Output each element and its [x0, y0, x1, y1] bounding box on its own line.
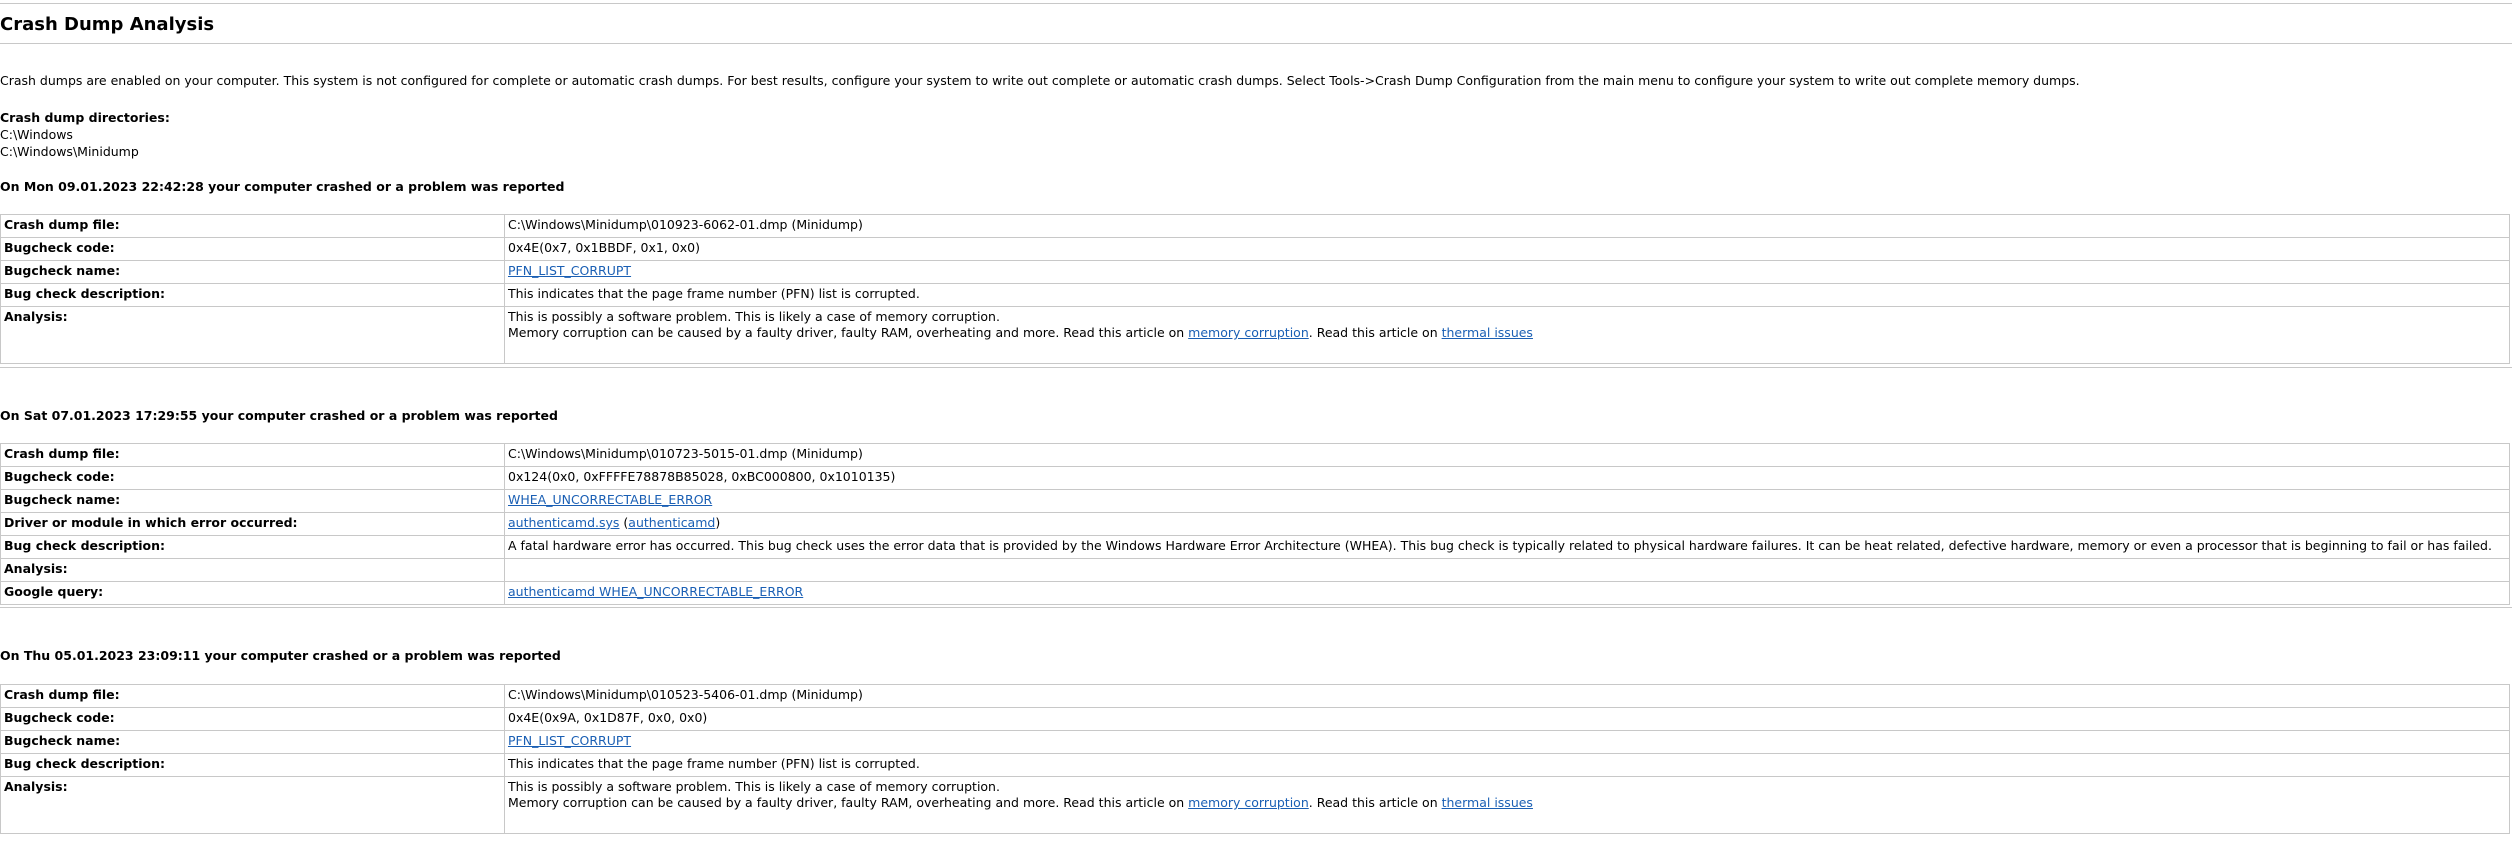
crash-dump-analysis-page: Crash Dump Analysis Crash dumps are enab…: [0, 0, 2512, 848]
bugcheck-name-label: Bugcheck name:: [0, 260, 505, 284]
crash-dump-file-value: C:\Windows\Minidump\010523-5406-01.dmp (…: [504, 684, 2510, 708]
top-divider: [0, 3, 2512, 4]
memory-corruption-link[interactable]: memory corruption: [1188, 795, 1309, 810]
table-row: Analysis:: [0, 558, 2510, 582]
table-row: Bugcheck code: 0x4E(0x7, 0x1BBDF, 0x1, 0…: [0, 237, 2510, 261]
bugcheck-name-cell: PFN_LIST_CORRUPT: [504, 260, 2510, 284]
table-row: Bugcheck code: 0x124(0x0, 0xFFFFE78878B8…: [0, 466, 2510, 490]
table-row: Bug check description: A fatal hardware …: [0, 535, 2510, 559]
table-row: Bug check description: This indicates th…: [0, 753, 2510, 777]
crash-dump-file-label: Crash dump file:: [0, 684, 505, 708]
bugcheck-code-label: Bugcheck code:: [0, 237, 505, 261]
crash-dump-directories-label: Crash dump directories:: [0, 110, 170, 125]
title-divider: [0, 43, 2512, 44]
driver-module-label: Driver or module in which error occurred…: [0, 512, 505, 536]
table-row: Crash dump file: C:\Windows\Minidump\010…: [0, 443, 2510, 467]
driver-name-link[interactable]: authenticamd: [628, 515, 715, 530]
bugcheck-code-value: 0x4E(0x9A, 0x1D87F, 0x0, 0x0): [504, 707, 2510, 731]
google-query-cell: authenticamd WHEA_UNCORRECTABLE_ERROR: [504, 581, 2510, 605]
analysis-text: Memory corruption can be caused by a fau…: [508, 795, 1189, 810]
crash-dump-file-label: Crash dump file:: [0, 443, 505, 467]
analysis-label: Analysis:: [0, 306, 505, 364]
page-title: Crash Dump Analysis: [0, 14, 215, 35]
analysis-label: Analysis:: [0, 776, 505, 834]
crash-dump-file-value: C:\Windows\Minidump\010923-6062-01.dmp (…: [504, 214, 2510, 238]
bugcheck-code-value: 0x4E(0x7, 0x1BBDF, 0x1, 0x0): [504, 237, 2510, 261]
bug-check-description-label: Bug check description:: [0, 753, 505, 777]
table-row: Bugcheck name: PFN_LIST_CORRUPT: [0, 260, 2510, 284]
table-row: Crash dump file: C:\Windows\Minidump\010…: [0, 684, 2510, 708]
bugcheck-name-cell: PFN_LIST_CORRUPT: [504, 730, 2510, 754]
bugcheck-name-label: Bugcheck name:: [0, 489, 505, 513]
bugcheck-code-value: 0x124(0x0, 0xFFFFE78878B85028, 0xBC00080…: [504, 466, 2510, 490]
bugcheck-name-link[interactable]: PFN_LIST_CORRUPT: [508, 733, 631, 748]
driver-file-link[interactable]: authenticamd.sys: [508, 515, 619, 530]
analysis-line: Memory corruption can be caused by a fau…: [508, 325, 2506, 341]
bug-check-description-label: Bug check description:: [0, 535, 505, 559]
crash-heading: On Thu 05.01.2023 23:09:11 your computer…: [0, 648, 561, 663]
analysis-line: This is possibly a software problem. Thi…: [508, 779, 1000, 794]
bug-check-description-value: A fatal hardware error has occurred. Thi…: [504, 535, 2510, 559]
crash-dump-file-value: C:\Windows\Minidump\010723-5015-01.dmp (…: [504, 443, 2510, 467]
crash-details-table: Crash dump file: C:\Windows\Minidump\010…: [0, 443, 2510, 605]
analysis-text: Memory corruption can be caused by a fau…: [508, 325, 1189, 340]
crash-dump-file-label: Crash dump file:: [0, 214, 505, 238]
bugcheck-code-label: Bugcheck code:: [0, 466, 505, 490]
crash-dump-directory: C:\Windows: [0, 127, 73, 142]
table-row: Driver or module in which error occurred…: [0, 512, 2510, 536]
crash-heading: On Sat 07.01.2023 17:29:55 your computer…: [0, 408, 558, 423]
table-row: Crash dump file: C:\Windows\Minidump\010…: [0, 214, 2510, 238]
analysis-text: . Read this article on: [1308, 325, 1442, 340]
driver-paren-open: (: [619, 515, 629, 530]
bugcheck-name-cell: WHEA_UNCORRECTABLE_ERROR: [504, 489, 2510, 513]
analysis-line: Memory corruption can be caused by a fau…: [508, 795, 2506, 811]
google-query-link[interactable]: authenticamd WHEA_UNCORRECTABLE_ERROR: [508, 584, 803, 599]
bugcheck-name-link[interactable]: PFN_LIST_CORRUPT: [508, 263, 631, 278]
crash-details-table: Crash dump file: C:\Windows\Minidump\010…: [0, 214, 2510, 364]
bugcheck-code-label: Bugcheck code:: [0, 707, 505, 731]
analysis-text: . Read this article on: [1308, 795, 1442, 810]
table-row: Analysis: This is possibly a software pr…: [0, 306, 2510, 364]
thermal-issues-link[interactable]: thermal issues: [1442, 325, 1533, 340]
driver-paren-close: ): [715, 515, 721, 530]
bugcheck-name-link[interactable]: WHEA_UNCORRECTABLE_ERROR: [508, 492, 712, 507]
crash-dump-directory: C:\Windows\Minidump: [0, 144, 139, 159]
section-divider: [0, 607, 2512, 608]
analysis-value: This is possibly a software problem. Thi…: [504, 306, 2510, 364]
memory-corruption-link[interactable]: memory corruption: [1188, 325, 1309, 340]
analysis-value: [504, 558, 2510, 582]
table-row: Bugcheck name: WHEA_UNCORRECTABLE_ERROR: [0, 489, 2510, 513]
table-row: Analysis: This is possibly a software pr…: [0, 776, 2510, 834]
bugcheck-name-label: Bugcheck name:: [0, 730, 505, 754]
google-query-label: Google query:: [0, 581, 505, 605]
crash-details-table: Crash dump file: C:\Windows\Minidump\010…: [0, 684, 2510, 834]
analysis-label: Analysis:: [0, 558, 505, 582]
driver-module-value: authenticamd.sys (authenticamd): [504, 512, 2510, 536]
table-row: Bug check description: This indicates th…: [0, 283, 2510, 307]
table-row: Google query: authenticamd WHEA_UNCORREC…: [0, 581, 2510, 605]
crash-heading: On Mon 09.01.2023 22:42:28 your computer…: [0, 179, 565, 194]
table-row: Bugcheck code: 0x4E(0x9A, 0x1D87F, 0x0, …: [0, 707, 2510, 731]
bug-check-description-value: This indicates that the page frame numbe…: [504, 283, 2510, 307]
analysis-line: This is possibly a software problem. Thi…: [508, 309, 1000, 324]
section-divider: [0, 367, 2512, 368]
analysis-value: This is possibly a software problem. Thi…: [504, 776, 2510, 834]
thermal-issues-link[interactable]: thermal issues: [1442, 795, 1533, 810]
bug-check-description-value: This indicates that the page frame numbe…: [504, 753, 2510, 777]
intro-text: Crash dumps are enabled on your computer…: [0, 73, 2080, 88]
bug-check-description-label: Bug check description:: [0, 283, 505, 307]
table-row: Bugcheck name: PFN_LIST_CORRUPT: [0, 730, 2510, 754]
